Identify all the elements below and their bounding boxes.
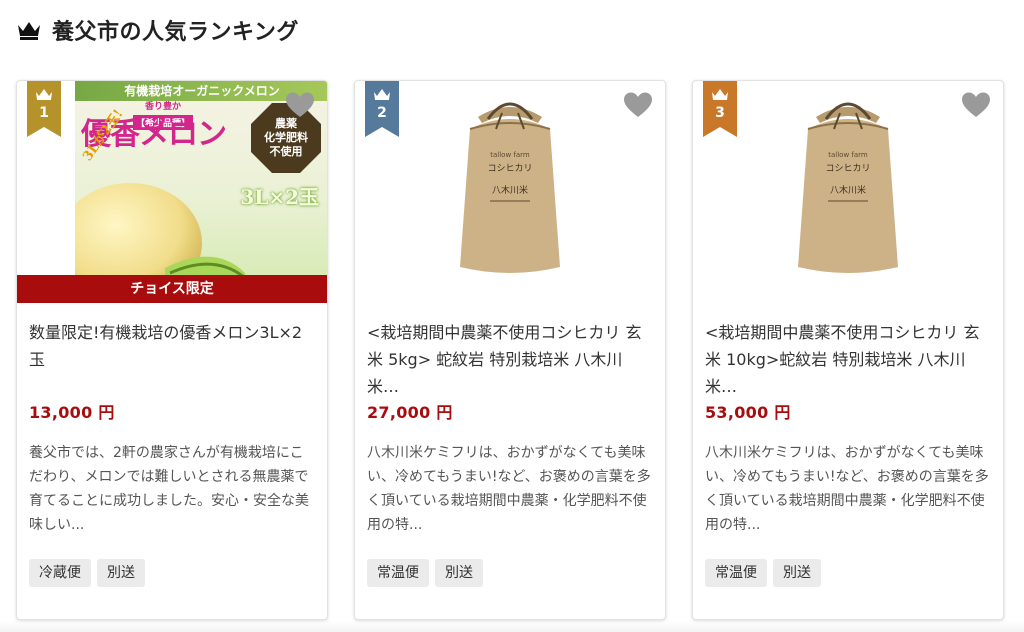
crown-icon [16,19,42,41]
tag-separate-delivery: 別送 [97,559,145,587]
melon-illustration [75,183,245,275]
favorite-heart-icon[interactable] [961,91,991,119]
rice-bag-image: tallow farm コシヒカリ 八木川米 [460,102,560,273]
bag-mark: 八木川米 [830,184,866,196]
rank-badge: 3 [703,81,737,137]
rice-bag-image: tallow farm コシヒカリ 八木川米 [798,102,898,273]
page-bottom-fade [0,620,1024,632]
bag-brand: tallow farm [490,151,530,159]
rank-number: 2 [377,105,387,121]
banner-qty: 3L×2玉 [240,185,319,209]
bag-name: コシヒカリ [825,163,870,174]
ranking-list: 有機栽培オーガニックメロン 香り豊か 【希少品種】 優香メロン 3Lが2玉! 農… [16,80,1004,620]
badge-line-3: 不使用 [269,145,303,158]
shipping-tags: 常温便 別送 [705,559,821,587]
product-description: 八木川米ケミフリは、おかずがなくても美味い、冷めてもうまい!など、お褒めの言葉を… [705,445,989,533]
product-price: 13,000 円 [29,403,115,422]
bag-mark: 八木川米 [492,184,528,196]
tag-shipping-type: 冷蔵便 [29,559,91,587]
favorite-heart-icon[interactable] [285,91,315,119]
bag-name: コシヒカリ [487,163,532,174]
shipping-tags: 冷蔵便 別送 [29,559,145,587]
product-title[interactable]: <栽培期間中農薬不使用コシヒカリ 玄米 10kg>蛇紋岩 特別栽培米 八木川米… [705,319,991,403]
tag-separate-delivery: 別送 [773,559,821,587]
badge-line-2: 化学肥料 [264,131,308,144]
product-description: 八木川米ケミフリは、おかずがなくても美味い、冷めてもうまい!など、お褒めの言葉を… [367,445,651,533]
badge-line-1: 農薬 [275,117,297,130]
ranking-card-1[interactable]: 有機栽培オーガニックメロン 香り豊か 【希少品種】 優香メロン 3Lが2玉! 農… [16,80,328,620]
rank-badge: 1 [27,81,61,137]
tag-separate-delivery: 別送 [435,559,483,587]
ranking-card-3[interactable]: tallow farm コシヒカリ 八木川米 3 <栽培期間中農薬不使用コシヒカ… [692,80,1004,620]
product-image[interactable]: tallow farm コシヒカリ 八木川米 [355,81,665,303]
product-image[interactable]: tallow farm コシヒカリ 八木川米 [693,81,1003,303]
product-title[interactable]: 数量限定!有機栽培の優香メロン3L×2玉 [29,319,315,403]
product-image[interactable]: 有機栽培オーガニックメロン 香り豊か 【希少品種】 優香メロン 3Lが2玉! 農… [17,81,327,303]
choice-limited-band: チョイス限定 [17,275,327,303]
rank-badge: 2 [365,81,399,137]
tag-shipping-type: 常温便 [705,559,767,587]
section-title: 養父市の人気ランキング [52,20,299,45]
product-description: 養父市では、2軒の農家さんが有機栽培にこだわり、メロンでは難しいとされる無農薬で… [29,445,309,533]
rank-number: 3 [715,105,725,121]
product-title[interactable]: <栽培期間中農薬不使用コシヒカリ 玄米 5kg> 蛇紋岩 特別栽培米 八木川米… [367,319,653,403]
rank-number: 1 [39,105,49,121]
bag-brand: tallow farm [828,151,868,159]
product-price: 27,000 円 [367,403,453,422]
product-price: 53,000 円 [705,403,791,422]
tag-shipping-type: 常温便 [367,559,429,587]
ranking-card-2[interactable]: tallow farm コシヒカリ 八木川米 2 <栽培期間中農薬不使用コシヒカ… [354,80,666,620]
section-heading: 養父市の人気ランキング [16,10,299,50]
favorite-heart-icon[interactable] [623,91,653,119]
shipping-tags: 常温便 別送 [367,559,483,587]
